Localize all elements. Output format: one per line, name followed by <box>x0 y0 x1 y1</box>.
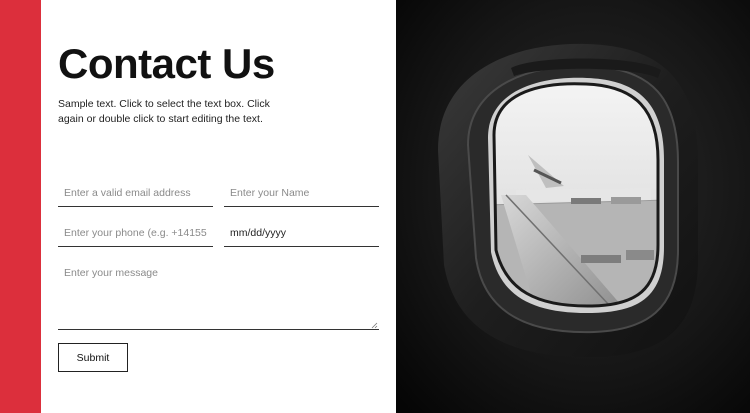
phone-field[interactable] <box>58 220 213 247</box>
submit-button[interactable]: Submit <box>58 343 128 372</box>
accent-bar <box>0 0 41 413</box>
message-field[interactable] <box>58 261 379 330</box>
page-title: Contact Us <box>58 40 275 87</box>
resize-handle-icon[interactable] <box>371 322 378 329</box>
email-field[interactable] <box>58 180 213 207</box>
contact-panel: Contact Us Sample text. Click to select … <box>41 0 396 413</box>
name-field[interactable] <box>224 180 379 207</box>
date-field[interactable]: mm/dd/yyyy <box>224 220 379 247</box>
date-field-placeholder: mm/dd/yyyy <box>230 227 287 239</box>
intro-text[interactable]: Sample text. Click to select the text bo… <box>58 97 273 127</box>
airplane-window-image <box>396 0 750 413</box>
